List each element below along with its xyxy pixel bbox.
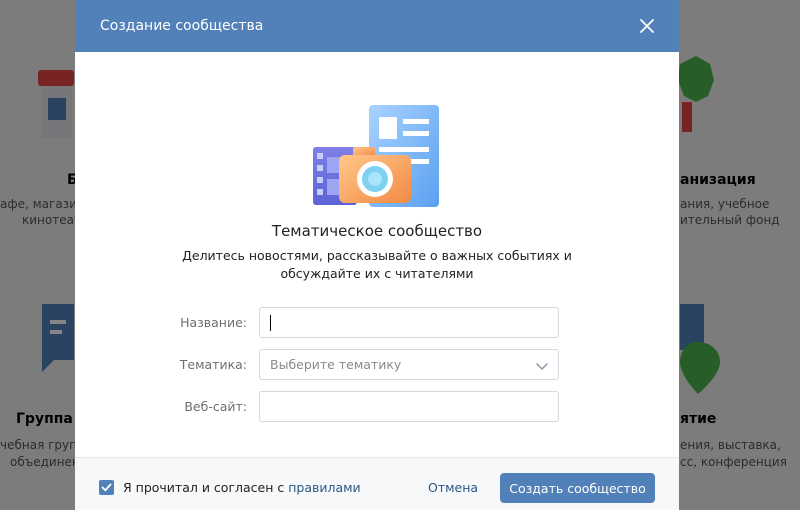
- modal-body: Тематическое сообщество Делитесь новостя…: [75, 52, 679, 457]
- community-type-description: Делитесь новостями, рассказывайте о важн…: [182, 248, 572, 281]
- agree-text: Я прочитал и согласен с правилами: [123, 480, 361, 495]
- name-label: Название:: [180, 315, 247, 330]
- topic-row: Тематика: Выберите тематику: [75, 349, 679, 381]
- modal-header: Создание сообщества: [75, 0, 679, 52]
- modal-footer: Я прочитал и согласен с правилами Отмена…: [75, 457, 679, 510]
- website-label: Веб-сайт:: [184, 399, 247, 414]
- name-input[interactable]: [259, 307, 559, 338]
- chevron-down-icon: [536, 363, 548, 371]
- thematic-community-illustration: [313, 105, 439, 207]
- rules-link[interactable]: правилами: [288, 480, 360, 495]
- checkmark-icon: [101, 483, 112, 492]
- close-button[interactable]: [637, 16, 657, 36]
- website-row: Веб-сайт:: [75, 391, 679, 423]
- close-icon: [640, 19, 654, 33]
- create-community-button[interactable]: Создать сообщество: [500, 473, 655, 503]
- cancel-button[interactable]: Отмена: [428, 480, 478, 495]
- create-community-modal: Создание сообщества Тематическое сообщес…: [75, 0, 679, 510]
- agree-checkbox[interactable]: [99, 480, 114, 495]
- modal-title: Создание сообщества: [100, 18, 264, 34]
- community-type-title: Тематическое сообщество: [271, 222, 483, 240]
- topic-placeholder: Выберите тематику: [270, 357, 402, 372]
- topic-select[interactable]: Выберите тематику: [259, 349, 559, 380]
- topic-label: Тематика:: [179, 357, 247, 372]
- agree-prefix: Я прочитал и согласен с: [123, 480, 289, 495]
- name-row: Название:: [75, 307, 679, 339]
- website-input[interactable]: [259, 391, 559, 422]
